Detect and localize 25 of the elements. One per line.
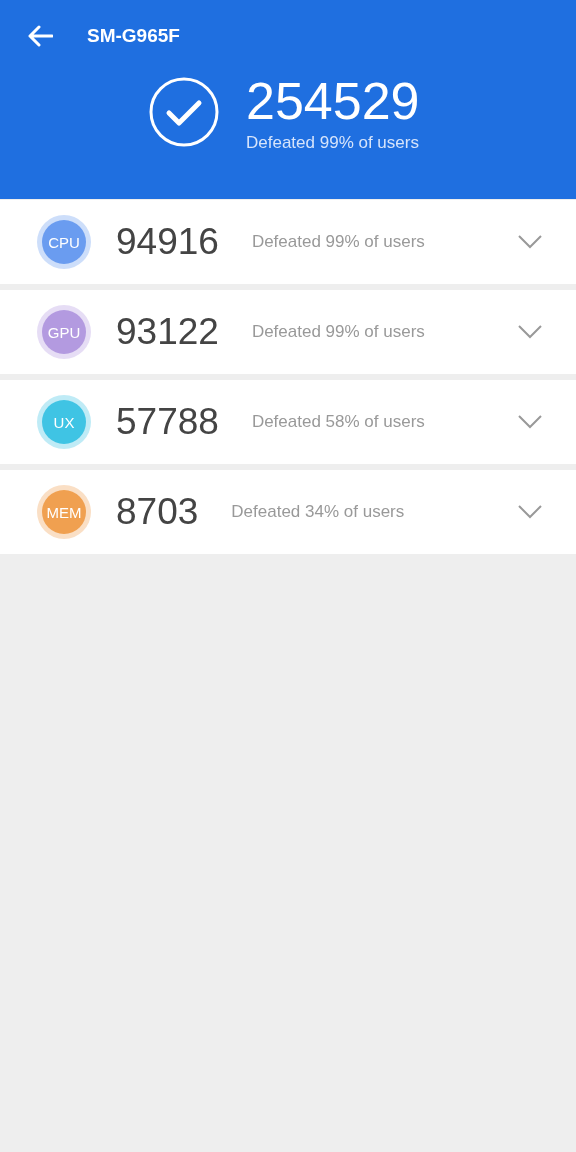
- device-title: SM-G965F: [87, 25, 180, 47]
- category-summary: Defeated 34% of users: [231, 502, 406, 522]
- back-icon[interactable]: [27, 25, 53, 47]
- chevron-down-icon[interactable]: [518, 415, 542, 429]
- category-summary: Defeated 99% of users: [251, 232, 426, 252]
- category-badge: CPU: [42, 220, 86, 264]
- category-summary: Defeated 99% of users: [251, 322, 426, 342]
- check-circle-icon: [149, 77, 219, 147]
- category-row[interactable]: GPU 93122 Defeated 99% of users: [0, 290, 576, 374]
- category-badge: MEM: [42, 490, 86, 534]
- category-summary: Defeated 58% of users: [251, 412, 426, 432]
- chevron-down-icon[interactable]: [518, 325, 542, 339]
- total-score: 254529: [246, 71, 420, 131]
- total-summary: Defeated 99% of users: [246, 133, 420, 153]
- category-row[interactable]: CPU 94916 Defeated 99% of users: [0, 200, 576, 284]
- chevron-down-icon[interactable]: [518, 235, 542, 249]
- category-score: 57788: [116, 401, 219, 443]
- category-badge: UX: [42, 400, 86, 444]
- category-badge: GPU: [42, 310, 86, 354]
- category-score: 94916: [116, 221, 219, 263]
- category-row[interactable]: MEM 8703 Defeated 34% of users: [0, 470, 576, 554]
- category-row[interactable]: UX 57788 Defeated 58% of users: [0, 380, 576, 464]
- category-score: 93122: [116, 311, 219, 353]
- chevron-down-icon[interactable]: [518, 505, 542, 519]
- category-score: 8703: [116, 491, 199, 533]
